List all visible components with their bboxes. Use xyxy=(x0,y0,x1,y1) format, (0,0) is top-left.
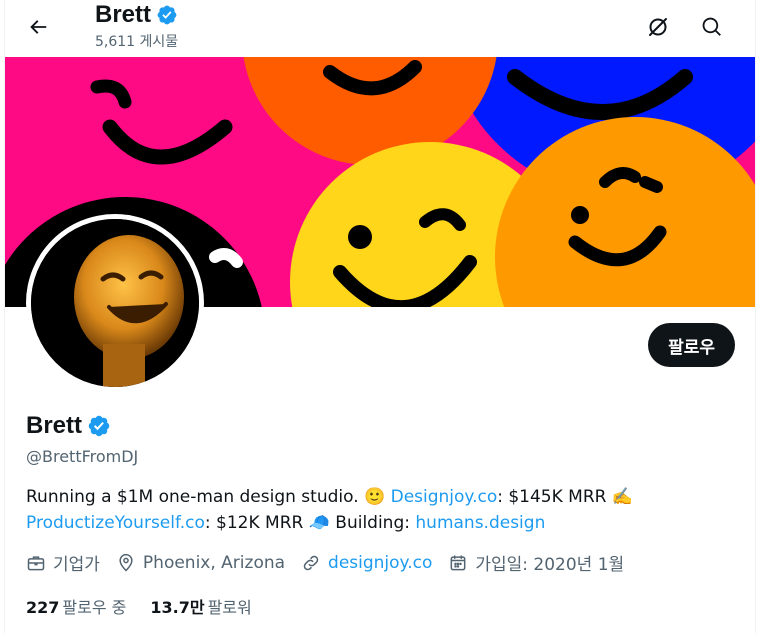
bio-link-productize[interactable]: ProductizeYourself.co xyxy=(26,513,205,533)
back-button[interactable] xyxy=(19,8,57,46)
profile-name: Brett xyxy=(26,412,83,439)
following-label: 팔로우 중 xyxy=(62,598,127,617)
grok-button[interactable] xyxy=(639,8,677,46)
following-count: 227 xyxy=(26,598,60,617)
meta-joined-text: 가입일: 2020년 1월 xyxy=(475,555,625,575)
grok-icon xyxy=(649,18,667,36)
calendar-icon xyxy=(450,555,466,570)
header-title-block: Brett 5,611 게시물 xyxy=(95,0,178,51)
following-link[interactable]: 227 팔로우 중 xyxy=(26,594,126,618)
top-header: Brett 5,611 게시물 xyxy=(5,0,755,57)
posts-count: 5,611 게시물 xyxy=(95,34,179,50)
bio-text: : $145K MRR ✍️ xyxy=(497,487,634,507)
meta-website: designjoy.co xyxy=(301,553,432,573)
followers-label: 팔로워 xyxy=(207,598,252,617)
website-link[interactable]: designjoy.co xyxy=(328,553,432,573)
bio-link-designjoy[interactable]: Designjoy.co xyxy=(391,487,498,507)
bio-link-humans[interactable]: humans.design xyxy=(415,513,545,533)
arrow-left-icon xyxy=(30,20,47,34)
meta-category-text: 기업가 xyxy=(53,555,100,575)
bio-text: : $12K MRR 🧢 Building: xyxy=(204,513,416,533)
briefcase-icon xyxy=(27,555,45,570)
verified-badge-icon xyxy=(156,4,178,26)
profile-stats: 227 팔로우 중 13.7만 팔로워 xyxy=(26,594,276,618)
search-icon xyxy=(702,17,721,36)
profile-name-row: Brett xyxy=(26,412,111,440)
meta-location: Phoenix, Arizona xyxy=(116,553,285,573)
header-title: Brett xyxy=(95,1,152,28)
meta-joined: 가입일: 2020년 1월 xyxy=(448,550,624,575)
avatar-image xyxy=(31,219,199,387)
profile-avatar[interactable] xyxy=(26,214,204,392)
follow-button[interactable]: 팔로우 xyxy=(648,323,735,367)
profile-bio: Running a $1M one-man design studio. 🙂 D… xyxy=(26,484,726,536)
meta-location-text: Phoenix, Arizona xyxy=(142,552,286,573)
profile-meta: 기업가 Phoenix, Arizona designjoy.co 가입일: 2… xyxy=(26,550,640,575)
profile-page: Brett 5,611 게시물 팔로우 Brett @BrettFromDJ R… xyxy=(4,0,756,633)
search-button[interactable] xyxy=(693,8,731,46)
followers-link[interactable]: 13.7만 팔로워 xyxy=(150,594,251,618)
meta-category: 기업가 xyxy=(26,550,100,575)
bio-text: Running a $1M one-man design studio. 🙂 xyxy=(26,487,391,507)
followers-count: 13.7만 xyxy=(150,598,205,617)
link-icon xyxy=(303,555,319,570)
location-pin-icon xyxy=(119,553,133,572)
verified-badge-icon[interactable] xyxy=(87,414,111,438)
profile-handle: @BrettFromDJ xyxy=(26,447,139,466)
